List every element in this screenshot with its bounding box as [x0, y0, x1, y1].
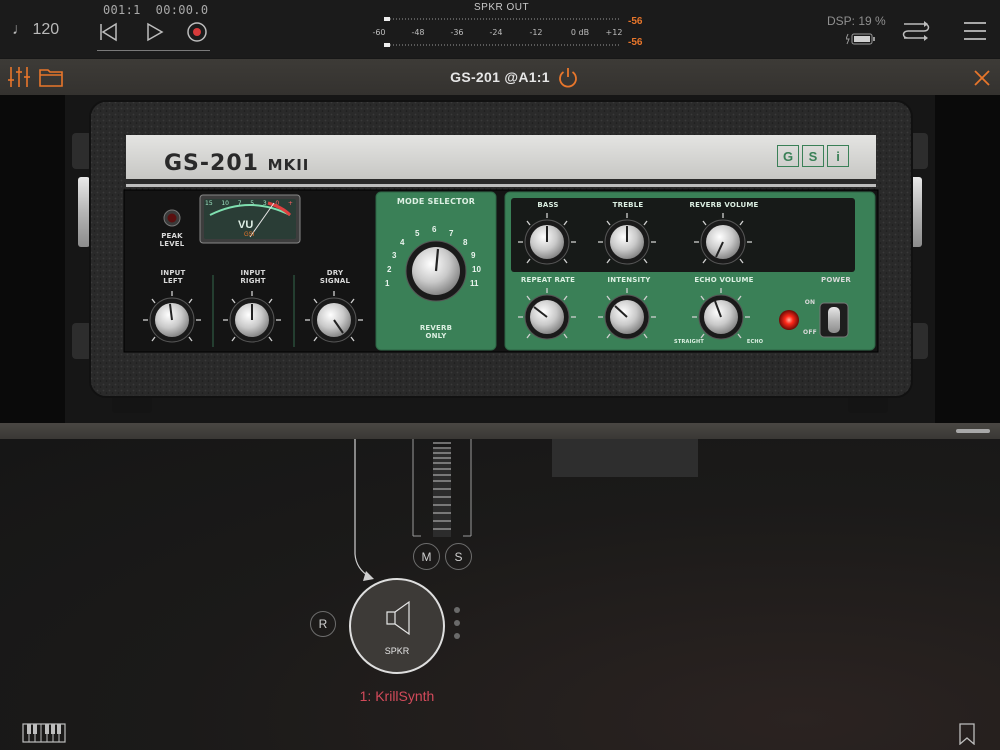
input-right-knob[interactable]: [220, 288, 284, 352]
hamburger-icon: [964, 22, 986, 40]
reverb-volume-label: REVERB VOLUME: [689, 201, 759, 209]
close-plugin-button[interactable]: [972, 68, 992, 88]
mute-button[interactable]: M: [413, 543, 440, 570]
close-icon: [974, 70, 990, 86]
vu-label: VU: [238, 219, 254, 231]
reverb-volume-knob[interactable]: [691, 210, 755, 274]
peak-right: -56: [628, 37, 643, 48]
reverb-only-label: REVERB ONLY: [419, 324, 453, 340]
echo-volume-knob[interactable]: [689, 285, 753, 349]
meter-tick: -36: [450, 28, 463, 37]
amp-graphic: [65, 95, 935, 425]
record-arm-button[interactable]: R: [310, 611, 336, 637]
rewind-button[interactable]: [95, 18, 121, 46]
dsp-load: DSP: 19 %: [827, 14, 886, 28]
mode-selector-label: MODE SELECTOR: [396, 197, 476, 206]
menu-button[interactable]: [962, 18, 988, 44]
peak-left: -56: [628, 16, 643, 27]
routing-lines: [354, 439, 698, 581]
treble-label: TREBLE: [612, 201, 644, 209]
peak-level-label: PEAK LEVEL: [159, 232, 185, 248]
volume-fader[interactable]: [431, 439, 453, 536]
speaker-output-node[interactable]: SPKR: [349, 578, 445, 674]
solo-button[interactable]: S: [445, 543, 472, 570]
plugin-footer: [0, 423, 1000, 439]
treble-knob[interactable]: [595, 210, 659, 274]
vu-scale: 15 10 7 5 3 0 +: [205, 200, 293, 207]
mode-selector-knob[interactable]: [401, 236, 471, 306]
intensity-knob[interactable]: [595, 285, 659, 349]
power-label: POWER: [821, 276, 851, 284]
channel-name[interactable]: 1: KrillSynth: [330, 688, 464, 704]
meter-tick: -48: [411, 28, 424, 37]
brand-logo: G S i: [777, 145, 849, 167]
record-button[interactable]: [184, 18, 210, 46]
input-left-knob[interactable]: [140, 288, 204, 352]
dry-signal-label: DRY SIGNAL: [319, 269, 351, 285]
battery-icon: [846, 33, 875, 45]
bypass-button[interactable]: [556, 66, 580, 90]
intensity-label: INTENSITY: [607, 276, 651, 284]
repeat-rate-knob[interactable]: [515, 285, 579, 349]
plugin-view: GS-201 MKII G S i 15 10 7 5 3 0 + VU GSI PEAK …: [0, 95, 1000, 425]
vu-brand: GSI: [244, 232, 255, 238]
node-options-button[interactable]: [452, 605, 462, 643]
meter-tick: -60: [372, 28, 385, 37]
bass-knob[interactable]: [515, 210, 579, 274]
record-icon: [187, 22, 207, 42]
input-left-label: INPUT LEFT: [160, 269, 186, 285]
power-icon: [559, 68, 577, 88]
meter-tick: +12: [606, 28, 623, 37]
meter-tick: -24: [489, 28, 502, 37]
keyboard-button[interactable]: [22, 723, 66, 743]
meter-title: SPKR OUT: [474, 2, 530, 13]
resize-grabber[interactable]: [956, 429, 990, 433]
routing-icon: [902, 21, 930, 41]
peak-level-led[interactable]: [159, 205, 185, 231]
more-vertical-icon: [454, 607, 460, 639]
echo-volume-label: ECHO VOLUME: [694, 276, 754, 284]
bookmark-icon: [959, 723, 975, 746]
bookmark-button[interactable]: [958, 723, 976, 746]
meter-tick: -12: [529, 28, 542, 37]
rewind-icon: [100, 22, 117, 42]
piano-keyboard-icon: [22, 723, 66, 743]
bass-label: BASS: [537, 201, 559, 209]
play-button[interactable]: [141, 18, 167, 46]
routing-button[interactable]: [900, 15, 932, 47]
node-label: SPKR: [384, 646, 410, 656]
repeat-rate-label: REPEAT RATE: [520, 276, 576, 284]
position-display: 001:1 00:00.0: [103, 3, 209, 17]
input-right-label: INPUT RIGHT: [240, 269, 266, 285]
output-meter: -60 -48 -36 -24 -12 0 dB +12: [372, 17, 623, 47]
top-bar: ♩ 120 001:1 00:00.0 SPKR OUT -60 -48 -36…: [0, 0, 1000, 58]
plugin-header: GS-201 @A1:1: [0, 59, 1000, 95]
play-icon: [147, 22, 164, 42]
amp-model-name: GS-201 MKII: [164, 151, 310, 176]
meter-tick: 0 dB: [571, 28, 589, 37]
tempo-display[interactable]: ♩ 120: [12, 21, 59, 39]
plugin-title: GS-201 @A1:1: [450, 69, 550, 85]
power-toggle-switch[interactable]: [818, 301, 850, 339]
speaker-icon: [386, 600, 410, 636]
routing-canvas: M S R SPKR 1: KrillSynth: [0, 439, 1000, 750]
dry-signal-knob[interactable]: [302, 288, 366, 352]
transport-underline: [97, 50, 210, 51]
